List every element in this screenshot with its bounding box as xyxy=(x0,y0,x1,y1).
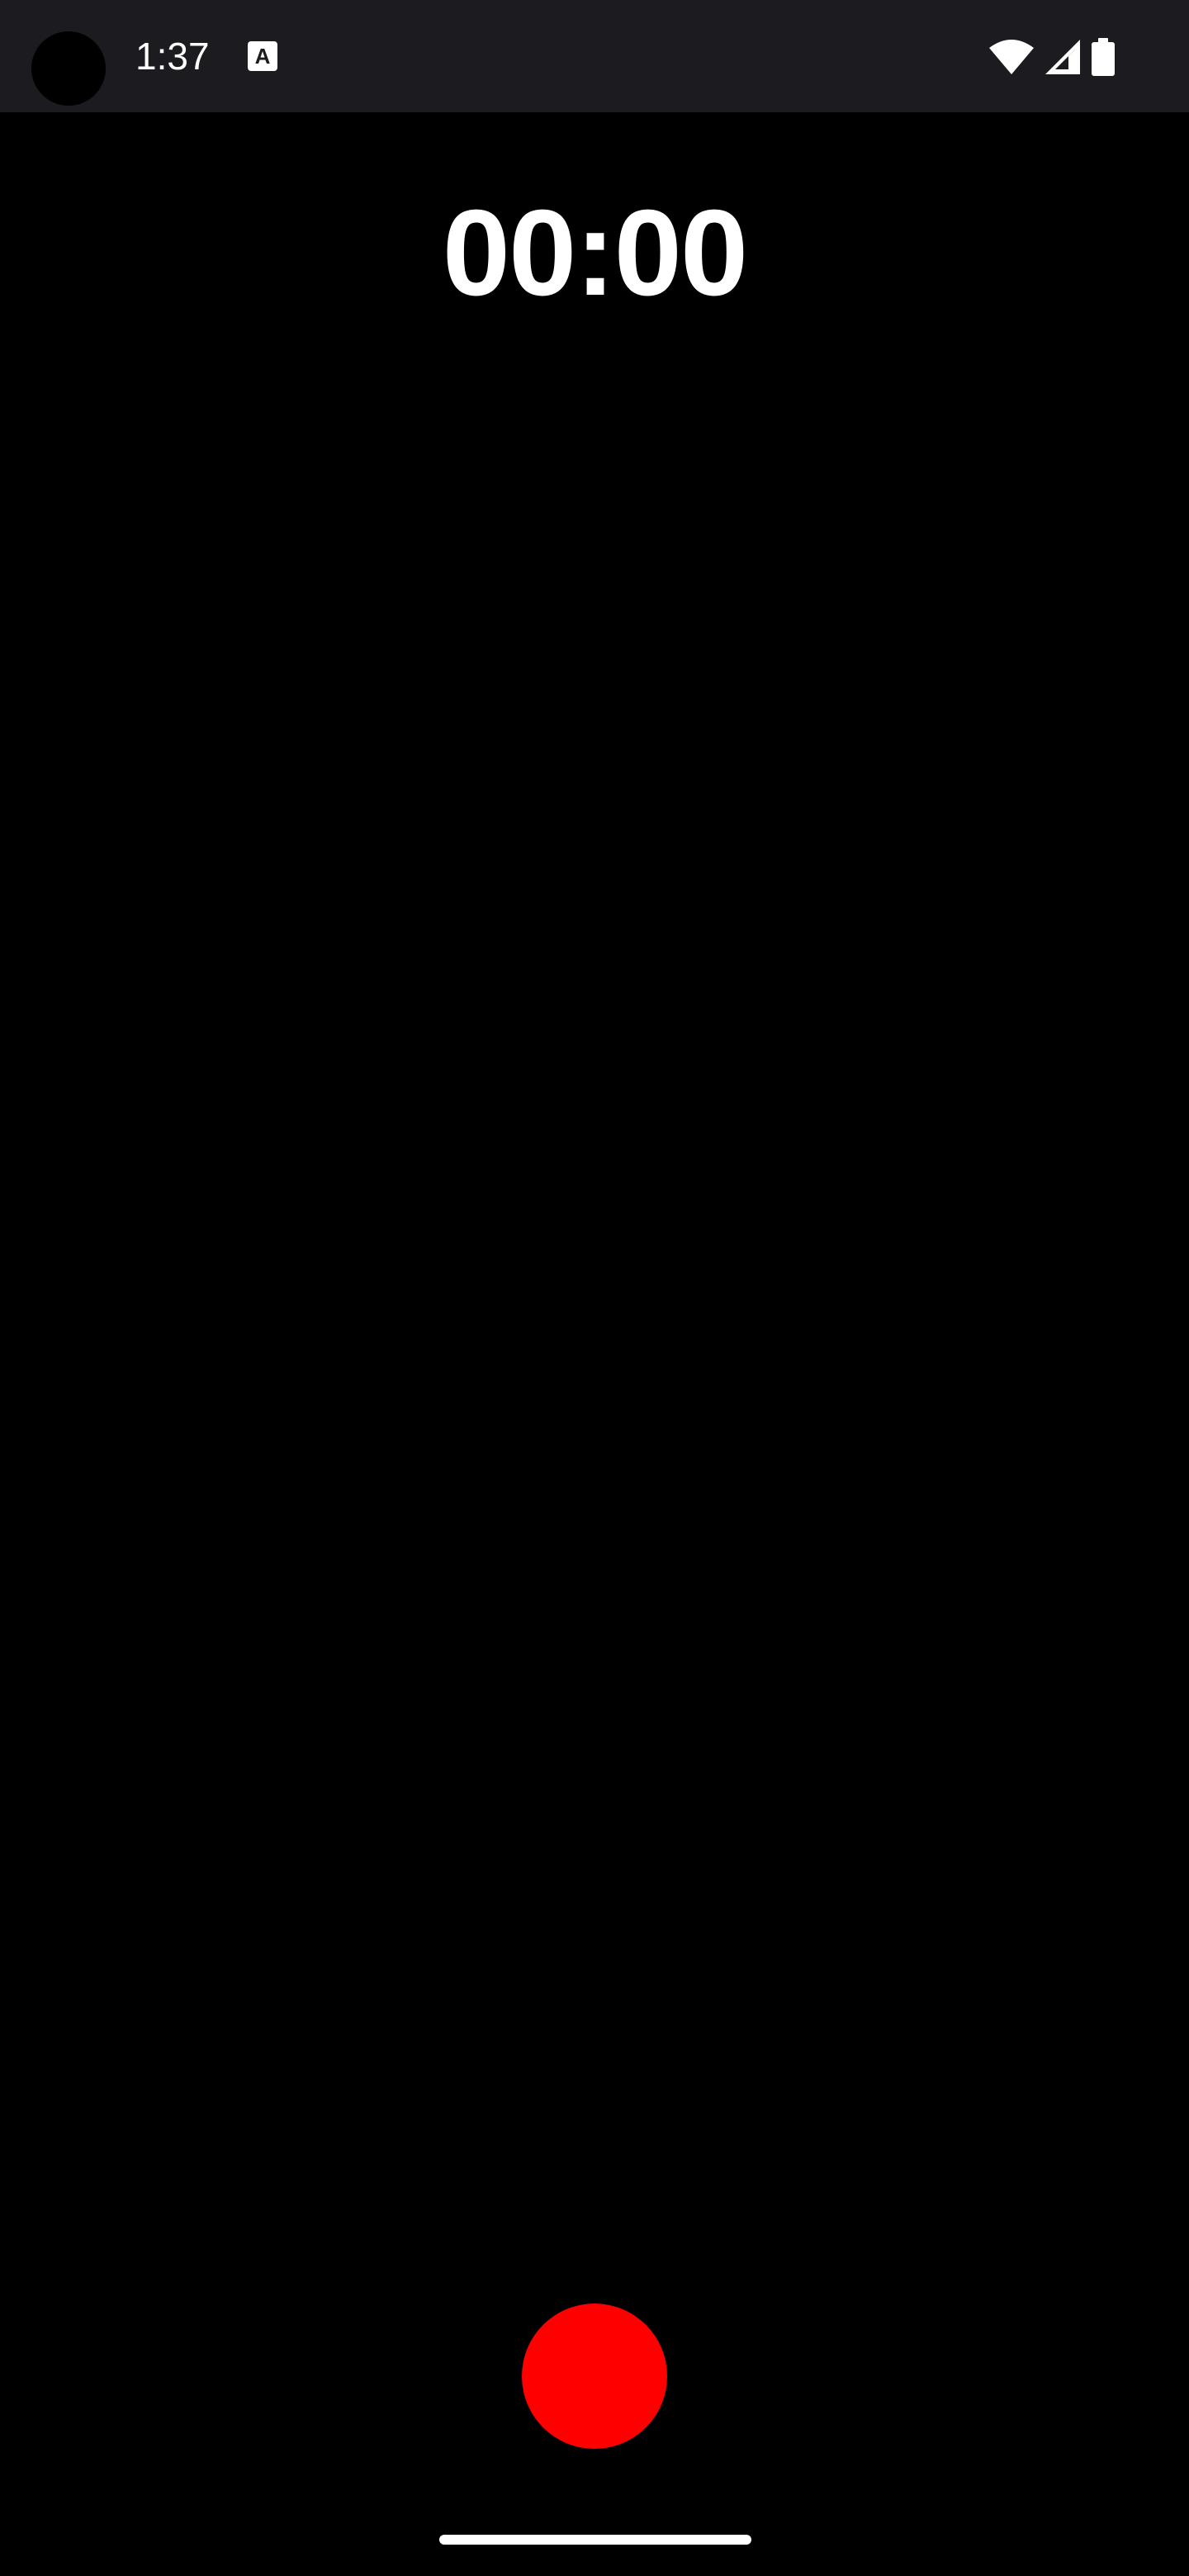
status-icons xyxy=(989,36,1115,78)
battery-icon xyxy=(1092,38,1115,76)
keyboard-notification-icon: A xyxy=(248,41,277,71)
status-bar: 1:37 A xyxy=(0,0,1189,112)
cellular-signal-icon xyxy=(1045,40,1080,74)
elapsed-timer: 00:00 xyxy=(442,185,749,321)
wifi-icon xyxy=(989,40,1034,74)
home-indicator[interactable] xyxy=(439,2535,751,2545)
camera-cutout xyxy=(31,31,106,106)
record-button[interactable] xyxy=(522,2304,667,2449)
status-time: 1:37 xyxy=(135,35,210,78)
